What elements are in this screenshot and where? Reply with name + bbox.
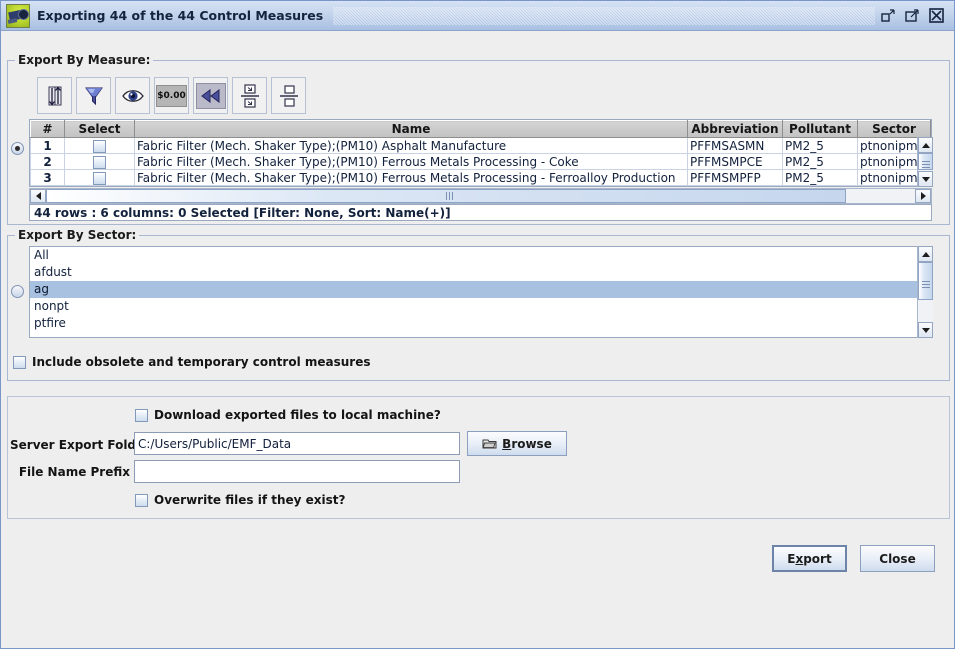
restore-window-button[interactable] [881,8,896,23]
download-local-checkbox[interactable] [135,409,148,422]
table-row[interactable]: 3 Fabric Filter (Mech. Shaker Type);(PM1… [31,170,931,186]
control-measures-table[interactable]: # Select Name Abbreviation Pollutant Sec… [29,119,932,187]
sector-list[interactable]: All afdust ag nonpt ptfire [29,246,932,338]
split-horizontal-icon[interactable] [271,77,306,114]
title-bar-hatching [333,7,875,25]
export-by-measure-title: Export By Measure: [15,53,153,67]
table-horizontal-scrollbar[interactable] [29,188,932,204]
table-vertical-scrollbar[interactable] [917,137,933,187]
overwrite-checkbox[interactable] [135,494,148,507]
row-select-cell[interactable] [65,138,135,154]
include-obsolete-row[interactable]: Include obsolete and temporary control m… [13,355,370,369]
export-button-label: Export [787,552,831,566]
cell-pollutant: PM2_5 [783,154,858,170]
server-folder-label: Server Export Folder [10,438,130,452]
cell-pollutant: PM2_5 [783,170,858,186]
row-select-checkbox[interactable] [93,140,106,153]
file-prefix-label: File Name Prefix [10,465,130,479]
column-header-sector[interactable]: Sector [858,121,931,138]
split-vertical-icon[interactable] [232,77,267,114]
rewind-icon[interactable] [193,77,228,114]
sort-columns-icon[interactable] [37,77,72,114]
overwrite-label: Overwrite files if they exist? [154,493,345,507]
scroll-thumb[interactable] [918,153,933,170]
cell-name: Fabric Filter (Mech. Shaker Type);(PM10)… [135,170,688,186]
close-button[interactable]: Close [860,545,935,572]
table-row[interactable]: 2 Fabric Filter (Mech. Shaker Type);(PM1… [31,154,931,170]
column-header-select[interactable]: Select [65,121,135,138]
view-eye-icon[interactable] [115,77,150,114]
scroll-left-button[interactable] [30,189,46,203]
file-prefix-input[interactable] [134,460,460,483]
maximize-window-button[interactable] [905,8,920,23]
row-select-checkbox[interactable] [93,172,106,185]
scroll-track[interactable] [46,189,915,203]
table-status-bar: 44 rows : 6 columns: 0 Selected [Filter:… [29,204,932,221]
overwrite-row[interactable]: Overwrite files if they exist? [135,493,345,507]
scroll-up-button[interactable] [918,246,933,262]
list-item[interactable]: ptfire [30,315,931,332]
app-camera-icon [6,4,30,28]
folder-icon [482,438,497,450]
cell-name: Fabric Filter (Mech. Shaker Type);(PM10)… [135,154,688,170]
cost-dollar-icon[interactable]: $0.00 [154,77,189,114]
column-header-name[interactable]: Name [135,121,688,138]
browse-button-label-rest: rowse [511,437,552,451]
window-title-bar: Exporting 44 of the 44 Control Measures [1,1,954,31]
close-window-button[interactable] [929,8,944,23]
sector-list-scrollbar[interactable] [917,246,933,338]
scroll-down-button[interactable] [918,322,933,338]
export-by-measure-radio[interactable] [11,142,24,155]
cost-dollar-label: $0.00 [156,85,187,107]
cell-abbreviation: PFFMSASMN [688,138,783,154]
download-local-label: Download exported files to local machine… [154,408,441,422]
scroll-up-button[interactable] [918,137,933,153]
list-item[interactable]: All [30,247,931,264]
export-by-sector-title: Export By Sector: [15,228,139,242]
row-number: 2 [31,154,65,170]
list-item[interactable]: ag [30,281,931,298]
include-obsolete-checkbox[interactable] [13,356,26,369]
column-header-abbreviation[interactable]: Abbreviation [688,121,783,138]
list-item[interactable]: nonpt [30,298,931,315]
server-folder-input[interactable]: C:/Users/Public/EMF_Data [134,432,460,455]
row-number: 3 [31,170,65,186]
close-button-label: Close [879,552,915,566]
export-by-sector-radio[interactable] [11,285,24,298]
export-control-measures-window: Exporting 44 of the 44 Control Measures [0,0,955,649]
include-obsolete-label: Include obsolete and temporary control m… [32,355,370,369]
scroll-down-button[interactable] [918,171,933,187]
browse-button-label: Browse [502,437,552,451]
window-controls [881,8,944,23]
row-select-cell[interactable] [65,170,135,186]
window-title: Exporting 44 of the 44 Control Measures [37,8,323,23]
table-header-row: # Select Name Abbreviation Pollutant Sec… [31,121,931,138]
scroll-thumb[interactable] [918,262,933,300]
browse-button[interactable]: Browse [467,431,567,456]
row-select-checkbox[interactable] [93,156,106,169]
scroll-thumb[interactable] [46,189,846,203]
download-local-row[interactable]: Download exported files to local machine… [135,408,441,422]
cell-name: Fabric Filter (Mech. Shaker Type);(PM10)… [135,138,688,154]
column-header-num[interactable]: # [31,121,65,138]
scroll-track[interactable] [918,153,933,171]
cell-abbreviation: PFFMSMPFP [688,170,783,186]
cell-abbreviation: PFFMSMPCE [688,154,783,170]
scroll-track[interactable] [918,262,933,322]
row-select-cell[interactable] [65,154,135,170]
filter-funnel-icon[interactable] [76,77,111,114]
list-item[interactable]: afdust [30,264,931,281]
column-header-pollutant[interactable]: Pollutant [783,121,858,138]
measure-toolbar: $0.00 [37,76,306,115]
table-row[interactable]: 1 Fabric Filter (Mech. Shaker Type);(PM1… [31,138,931,154]
row-number: 1 [31,138,65,154]
scroll-right-button[interactable] [915,189,931,203]
cell-pollutant: PM2_5 [783,138,858,154]
export-button[interactable]: Export [772,545,847,572]
